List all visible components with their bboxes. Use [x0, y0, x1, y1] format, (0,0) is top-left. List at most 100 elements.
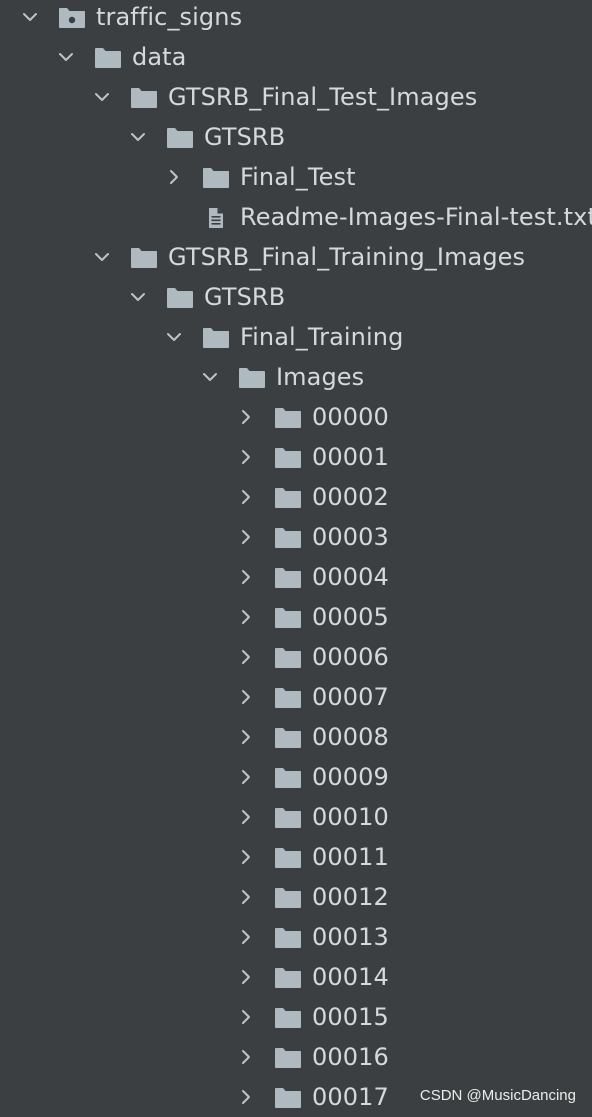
tree-item-label: Images	[276, 363, 365, 391]
chevron-right-icon[interactable]	[238, 569, 254, 585]
folder-icon	[274, 447, 302, 469]
chevron-right-icon[interactable]	[238, 849, 254, 865]
tree-row[interactable]: Images	[0, 357, 592, 397]
folder-icon	[238, 367, 266, 389]
tree-row[interactable]: GTSRB_Final_Training_Images	[0, 237, 592, 277]
chevron-right-icon[interactable]	[238, 1009, 254, 1025]
tree-item-label: GTSRB	[204, 283, 286, 311]
tree-row[interactable]: 00012	[0, 877, 592, 917]
tree-row[interactable]: Final_Test	[0, 157, 592, 197]
chevron-right-icon[interactable]	[238, 649, 254, 665]
tree-row[interactable]: 00014	[0, 957, 592, 997]
tree-row[interactable]: GTSRB_Final_Test_Images	[0, 77, 592, 117]
chevron-right-icon[interactable]	[238, 689, 254, 705]
tree-item-label: 00006	[312, 643, 389, 671]
folder-icon	[274, 487, 302, 509]
tree-item-label: 00008	[312, 723, 389, 751]
tree-row[interactable]: 00016	[0, 1037, 592, 1077]
tree-item-label: traffic_signs	[96, 3, 243, 31]
chevron-down-icon[interactable]	[22, 9, 38, 25]
folder-icon	[202, 327, 230, 349]
tree-item-label: 00017	[312, 1083, 389, 1111]
tree-row[interactable]: Final_Training	[0, 317, 592, 357]
tree-row[interactable]: traffic_signs	[0, 0, 592, 37]
chevron-down-icon[interactable]	[166, 329, 182, 345]
folder-icon	[274, 567, 302, 589]
tree-row[interactable]: 00004	[0, 557, 592, 597]
tree-row[interactable]: 00000	[0, 397, 592, 437]
tree-item-label: Final_Test	[240, 163, 356, 191]
tree-row[interactable]: 00008	[0, 717, 592, 757]
chevron-right-icon[interactable]	[238, 489, 254, 505]
tree-row[interactable]: 00006	[0, 637, 592, 677]
chevron-right-icon[interactable]	[238, 529, 254, 545]
chevron-right-icon[interactable]	[238, 449, 254, 465]
tree-row[interactable]: 00007	[0, 677, 592, 717]
tree-item-label: 00012	[312, 883, 389, 911]
tree-item-label: data	[132, 43, 187, 71]
chevron-down-icon[interactable]	[130, 289, 146, 305]
tree-row[interactable]: 00009	[0, 757, 592, 797]
folder-icon	[202, 167, 230, 189]
chevron-right-icon[interactable]	[238, 409, 254, 425]
tree-row[interactable]: GTSRB	[0, 117, 592, 157]
folder-icon	[94, 47, 122, 69]
chevron-right-icon[interactable]	[238, 889, 254, 905]
folder-icon	[274, 807, 302, 829]
folder-icon	[274, 407, 302, 429]
folder-icon	[274, 607, 302, 629]
tree-item-label: 00013	[312, 923, 389, 951]
tree-row[interactable]: 00002	[0, 477, 592, 517]
chevron-right-icon[interactable]	[238, 929, 254, 945]
tree-row[interactable]: 00011	[0, 837, 592, 877]
folder-icon	[130, 87, 158, 109]
chevron-right-icon[interactable]	[238, 969, 254, 985]
project-tree: traffic_signsdata GTSRB_Final_Test_Images…	[0, 0, 592, 1117]
tree-row[interactable]: Readme-Images-Final-test.txt	[0, 197, 592, 237]
chevron-down-icon[interactable]	[94, 89, 110, 105]
folder-icon	[166, 287, 194, 309]
tree-row[interactable]: 00005	[0, 597, 592, 637]
tree-item-label: 00011	[312, 843, 389, 871]
tree-item-label: 00010	[312, 803, 389, 831]
chevron-down-icon[interactable]	[130, 129, 146, 145]
chevron-right-icon[interactable]	[238, 729, 254, 745]
tree-item-label: GTSRB_Final_Test_Images	[168, 83, 478, 111]
tree-item-label: Readme-Images-Final-test.txt	[240, 203, 592, 231]
folder-icon	[274, 887, 302, 909]
folder-icon	[274, 647, 302, 669]
tree-item-label: 00016	[312, 1043, 389, 1071]
folder-icon	[130, 247, 158, 269]
tree-row[interactable]: 00015	[0, 997, 592, 1037]
folder-icon	[274, 927, 302, 949]
folder-icon	[274, 527, 302, 549]
tree-row[interactable]: GTSRB	[0, 277, 592, 317]
tree-item-label: 00001	[312, 443, 389, 471]
chevron-right-icon[interactable]	[238, 609, 254, 625]
folder-icon	[274, 1047, 302, 1069]
text-file-icon	[202, 207, 230, 229]
folder-icon	[274, 1007, 302, 1029]
chevron-right-icon[interactable]	[166, 169, 182, 185]
chevron-right-icon[interactable]	[238, 769, 254, 785]
folder-icon	[274, 1087, 302, 1109]
tree-row[interactable]: 00003	[0, 517, 592, 557]
tree-row[interactable]: 00001	[0, 437, 592, 477]
chevron-right-icon[interactable]	[238, 1089, 254, 1105]
folder-icon	[166, 127, 194, 149]
folder-icon	[274, 727, 302, 749]
chevron-down-icon[interactable]	[58, 49, 74, 65]
module-folder-icon	[58, 7, 86, 29]
chevron-right-icon[interactable]	[238, 809, 254, 825]
tree-item-label: 00009	[312, 763, 389, 791]
tree-row[interactable]: data	[0, 37, 592, 77]
tree-item-label: 00015	[312, 1003, 389, 1031]
folder-icon	[274, 967, 302, 989]
chevron-down-icon[interactable]	[202, 369, 218, 385]
chevron-right-icon[interactable]	[238, 1049, 254, 1065]
tree-item-label: 00005	[312, 603, 389, 631]
tree-row[interactable]: 00010	[0, 797, 592, 837]
tree-item-label: 00000	[312, 403, 389, 431]
chevron-down-icon[interactable]	[94, 249, 110, 265]
tree-row[interactable]: 00013	[0, 917, 592, 957]
